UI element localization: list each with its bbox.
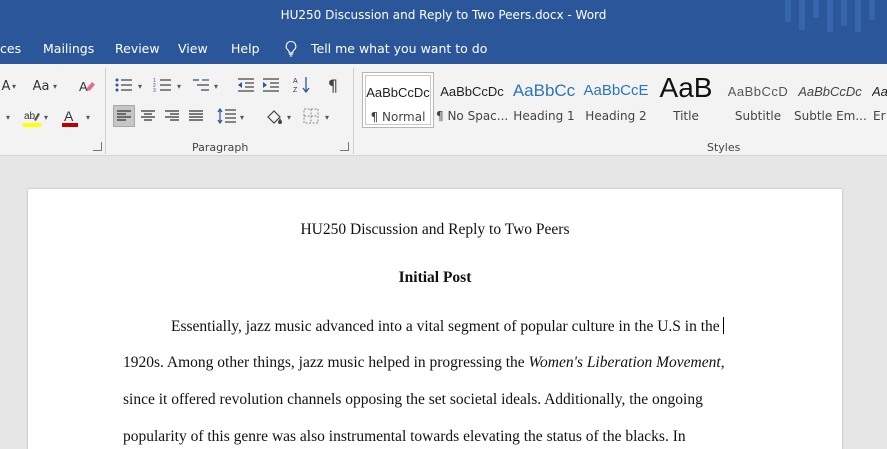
svg-text:A: A (293, 78, 298, 85)
line-text: 1920s. Among other things, jazz music he… (123, 354, 529, 371)
ribbon: A ▾ Aa ▾ A ▾ ab ▾ A ▾ ▾ 1 2 3 ▾ ▾ A Z ¶ … (0, 64, 887, 156)
styles-group-label: Styles (707, 141, 741, 154)
style-no-spacing[interactable]: AaBbCcDc ¶ No Spac... (436, 72, 508, 128)
style-sample: Aa (872, 84, 887, 99)
window-title: HU250 Discussion and Reply to Two Peers.… (280, 8, 607, 22)
style-name: Er (873, 109, 886, 123)
paragraph-line: Essentially, jazz music advanced into a … (171, 317, 724, 336)
svg-text:ab: ab (24, 111, 36, 122)
style-name: Heading 1 (513, 109, 575, 123)
title-bar: HU250 Discussion and Reply to Two Peers.… (0, 0, 887, 32)
justify-icon[interactable] (188, 109, 204, 123)
style-heading-1[interactable]: AaBbCc Heading 1 (508, 72, 580, 128)
svg-text:A: A (79, 79, 88, 94)
clear-formatting-icon[interactable]: A (78, 77, 96, 95)
bullets-icon[interactable] (114, 76, 134, 94)
multilevel-list-icon[interactable] (191, 76, 211, 94)
chevron-down-icon[interactable]: ▾ (214, 82, 218, 91)
tell-me-search[interactable]: Tell me what you want to do (311, 41, 487, 56)
line-text: Essentially, jazz music advanced into a … (171, 318, 720, 335)
style-subtle-emphasis[interactable]: AaBbCcDc Subtle Em... (794, 72, 866, 128)
highlight-color-icon[interactable]: ab (22, 108, 42, 128)
chevron-down-icon[interactable]: ▾ (12, 82, 16, 91)
grow-font-icon[interactable]: A (0, 76, 12, 96)
style-name: ¶ No Spac... (436, 109, 508, 123)
chevron-down-icon[interactable]: ▾ (177, 82, 181, 91)
document-page[interactable]: HU250 Discussion and Reply to Two Peers … (28, 189, 842, 449)
tab-mailings[interactable]: Mailings (43, 41, 94, 56)
align-right-icon[interactable] (164, 109, 180, 123)
italic-text: Women's Liberation Movement (528, 354, 721, 371)
font-dialog-launcher-icon[interactable] (93, 142, 102, 151)
paragraph-line: since it offered revolution channels opp… (123, 391, 703, 408)
document-title: HU250 Discussion and Reply to Two Peers (300, 221, 570, 238)
style-sample: AaB (659, 72, 713, 103)
chevron-down-icon[interactable]: ▾ (6, 113, 10, 122)
tab-review[interactable]: Review (115, 41, 160, 56)
style-name: Subtitle (734, 109, 782, 123)
style-name: Subtle Em... (794, 109, 866, 123)
style-name: Title (673, 109, 699, 123)
font-color-icon[interactable]: A (60, 108, 80, 128)
line-text: , (720, 354, 725, 371)
align-left-icon (117, 110, 131, 121)
style-sample: AaBbCcE (583, 82, 649, 99)
tab-references[interactable]: ces (0, 41, 21, 56)
style-heading-2[interactable]: AaBbCcE Heading 2 (580, 72, 652, 128)
svg-text:Z: Z (293, 87, 298, 94)
tab-help[interactable]: Help (231, 41, 260, 56)
styles-gallery: AaBbCcDc ¶ Normal AaBbCcDc ¶ No Spac... … (362, 72, 887, 134)
style-normal[interactable]: AaBbCcDc ¶ Normal (362, 72, 434, 128)
chevron-down-icon[interactable]: ▾ (138, 82, 142, 91)
style-name: Heading 2 (585, 109, 647, 123)
chevron-down-icon[interactable]: ▾ (240, 113, 244, 122)
document-area: HU250 Discussion and Reply to Two Peers … (0, 157, 887, 449)
style-sample: AaBbCc (512, 81, 576, 100)
paragraph-dialog-launcher-icon[interactable] (340, 142, 349, 151)
line-spacing-icon[interactable] (217, 107, 237, 125)
show-formatting-marks-button[interactable]: ¶ (325, 74, 341, 96)
section-heading: Initial Post (398, 269, 472, 286)
paragraph-group-label: Paragraph (192, 141, 249, 154)
align-center-icon[interactable] (140, 109, 156, 123)
shading-icon[interactable] (264, 107, 284, 127)
style-name: ¶ Normal (370, 110, 426, 124)
svg-text:A: A (64, 108, 74, 124)
style-title[interactable]: AaB Title (650, 72, 722, 128)
title-bar-pattern (777, 0, 887, 32)
decrease-indent-icon[interactable] (236, 76, 256, 94)
tab-view[interactable]: View (178, 41, 208, 56)
group-separator (353, 68, 354, 154)
paragraph-line: 1920s. Among other things, jazz music he… (123, 354, 725, 372)
text-cursor (722, 317, 724, 334)
borders-icon[interactable] (303, 108, 319, 124)
group-separator (105, 68, 106, 154)
align-left-button[interactable] (113, 105, 135, 127)
sort-icon[interactable]: A Z (293, 75, 313, 95)
ribbon-tabs: ces Mailings Review View Help Tell me wh… (0, 32, 887, 64)
style-sample: AaBbCcDc (366, 85, 430, 100)
chevron-down-icon[interactable]: ▾ (325, 113, 329, 122)
svg-text:3: 3 (153, 88, 156, 94)
lightbulb-icon[interactable] (284, 40, 298, 57)
numbering-icon[interactable]: 1 2 3 (153, 76, 173, 94)
chevron-down-icon[interactable]: ▾ (53, 82, 57, 91)
style-subtitle[interactable]: AaBbCcD Subtitle (722, 72, 794, 128)
increase-indent-icon[interactable] (261, 76, 281, 94)
style-sample: AaBbCcDc (798, 84, 862, 99)
style-emphasis[interactable]: Aa Er (868, 72, 887, 128)
chevron-down-icon[interactable]: ▾ (44, 113, 48, 122)
style-sample: AaBbCcD (727, 84, 789, 99)
chevron-down-icon[interactable]: ▾ (287, 113, 291, 122)
style-sample: AaBbCcDc (440, 84, 504, 99)
paragraph-line: popularity of this genre was also instru… (123, 428, 686, 445)
change-case-button[interactable]: Aa (30, 76, 52, 96)
chevron-down-icon[interactable]: ▾ (86, 113, 90, 122)
